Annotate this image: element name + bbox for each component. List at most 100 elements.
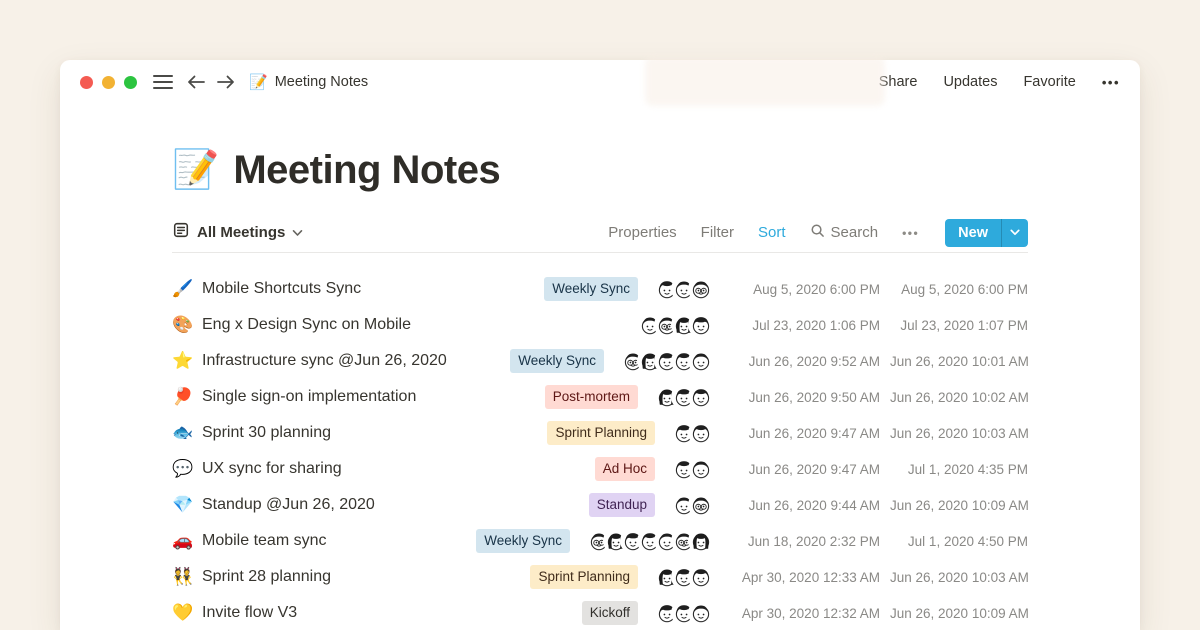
avatar [690,314,712,336]
avatar [690,422,712,444]
background-smudge [645,56,885,106]
new-button-chevron-icon[interactable] [1002,219,1028,247]
table-row: 💬 UX sync for sharing Ad Hoc Jun 26, 202… [172,451,1028,487]
row-tag-badge[interactable]: Weekly Sync [544,277,638,301]
avatar [690,458,712,480]
row-title-link[interactable]: Standup @Jun 26, 2020 [202,496,589,514]
new-button[interactable]: New [945,219,1028,247]
row-tag-badge[interactable]: Ad Hoc [595,457,655,481]
row-edited-date: Jun 26, 2020 10:03 AM [890,570,1028,585]
breadcrumb[interactable]: 📝 Meeting Notes [249,73,368,91]
row-tag-badge[interactable]: Sprint Planning [547,421,655,445]
row-title-link[interactable]: Eng x Design Sync on Mobile [202,316,639,334]
traffic-lights [80,76,137,89]
row-created-date: Jun 26, 2020 9:47 AM [728,462,880,477]
table-row: 👯 Sprint 28 planning Sprint Planning Apr… [172,559,1028,595]
avatar [690,566,712,588]
forward-arrow-icon[interactable] [217,75,235,89]
row-title-link[interactable]: Sprint 28 planning [202,568,530,586]
sidebar-menu-icon[interactable] [153,74,173,90]
row-created-date: Jun 18, 2020 2:32 PM [728,534,880,549]
row-edited-date: Jun 26, 2020 10:01 AM [890,354,1028,369]
properties-button[interactable]: Properties [608,224,676,241]
row-edited-date: Jul 23, 2020 1:07 PM [890,318,1028,333]
row-emoji-icon: 🏓 [172,387,202,407]
table-row: 🖌️ Mobile Shortcuts Sync Weekly Sync Aug… [172,271,1028,307]
row-created-date: Apr 30, 2020 12:32 AM [728,606,880,621]
database-view-icon [172,221,190,244]
view-switcher[interactable]: All Meetings [172,221,303,244]
table-row: ⭐ Infrastructure sync @Jun 26, 2020 Week… [172,343,1028,379]
row-title-link[interactable]: UX sync for sharing [202,460,595,478]
row-created-date: Jul 23, 2020 1:06 PM [728,318,880,333]
table-row: 💎 Standup @Jun 26, 2020 Standup Jun 26, … [172,487,1028,523]
row-edited-date: Jun 26, 2020 10:02 AM [890,390,1028,405]
table-row: 🐟 Sprint 30 planning Sprint Planning Jun… [172,415,1028,451]
row-avatars [588,530,712,552]
row-title-link[interactable]: Infrastructure sync @Jun 26, 2020 [202,352,510,370]
close-window-button[interactable] [80,76,93,89]
row-created-date: Jun 26, 2020 9:52 AM [728,354,880,369]
table-rows: 🖌️ Mobile Shortcuts Sync Weekly Sync Aug… [172,253,1028,630]
memo-emoji-icon: 📝 [249,73,268,91]
row-tag-badge[interactable]: Sprint Planning [530,565,638,589]
avatar [690,386,712,408]
row-emoji-icon: 💛 [172,603,202,623]
memo-emoji-icon: 📝 [172,151,219,189]
sort-button[interactable]: Sort [758,224,786,241]
row-emoji-icon: 🖌️ [172,279,202,299]
updates-button[interactable]: Updates [943,74,997,90]
window-topbar: 📝 Meeting Notes Share Updates Favorite •… [60,60,1140,104]
filter-button[interactable]: Filter [701,224,734,241]
row-created-date: Jun 26, 2020 9:44 AM [728,498,880,513]
back-arrow-icon[interactable] [187,75,205,89]
row-title-link[interactable]: Mobile team sync [202,532,476,550]
row-tag-badge[interactable]: Standup [589,493,655,517]
row-edited-date: Jun 26, 2020 10:09 AM [890,606,1028,621]
row-tag-badge[interactable]: Kickoff [582,601,638,625]
row-avatars [673,422,712,444]
row-created-date: Apr 30, 2020 12:33 AM [728,570,880,585]
table-row: 🏓 Single sign-on implementation Post-mor… [172,379,1028,415]
avatar [690,278,712,300]
row-avatars [656,386,712,408]
row-emoji-icon: 🚗 [172,531,202,551]
table-row: 🚗 Mobile team sync Weekly Sync Jun 18, 2… [172,523,1028,559]
row-avatars [656,278,712,300]
avatar [690,494,712,516]
search-button[interactable]: Search [810,223,879,242]
row-tag-badge[interactable]: Weekly Sync [476,529,570,553]
row-title-link[interactable]: Mobile Shortcuts Sync [202,280,544,298]
row-avatars [673,494,712,516]
row-title-link[interactable]: Sprint 30 planning [202,424,547,442]
row-created-date: Aug 5, 2020 6:00 PM [728,282,880,297]
avatar [690,350,712,372]
row-title-link[interactable]: Invite flow V3 [202,604,582,622]
page-title: 📝 Meeting Notes [172,144,1028,196]
row-created-date: Jun 26, 2020 9:50 AM [728,390,880,405]
row-emoji-icon: 🎨 [172,315,202,335]
table-row: 💛 Invite flow V3 Kickoff Apr 30, 2020 12… [172,595,1028,630]
view-switcher-label: All Meetings [197,224,285,241]
new-button-label[interactable]: New [945,219,1001,247]
search-label: Search [831,224,879,241]
row-emoji-icon: 👯 [172,567,202,587]
page-title-text: Meeting Notes [233,148,500,193]
row-emoji-icon: 💬 [172,459,202,479]
row-tag-badge[interactable]: Post-mortem [545,385,638,409]
row-edited-date: Jul 1, 2020 4:35 PM [890,462,1028,477]
row-emoji-icon: 🐟 [172,423,202,443]
row-avatars [639,314,712,336]
favorite-button[interactable]: Favorite [1023,74,1075,90]
share-button[interactable]: Share [879,74,918,90]
toolbar-more-icon[interactable]: ••• [902,226,919,240]
row-tag-badge[interactable]: Weekly Sync [510,349,604,373]
row-avatars [656,602,712,624]
row-created-date: Jun 26, 2020 9:47 AM [728,426,880,441]
avatar [690,602,712,624]
database-toolbar: All Meetings Properties Filter Sort Sear… [172,213,1028,253]
zoom-window-button[interactable] [124,76,137,89]
more-options-icon[interactable]: ••• [1102,75,1120,90]
row-title-link[interactable]: Single sign-on implementation [202,388,545,406]
minimize-window-button[interactable] [102,76,115,89]
